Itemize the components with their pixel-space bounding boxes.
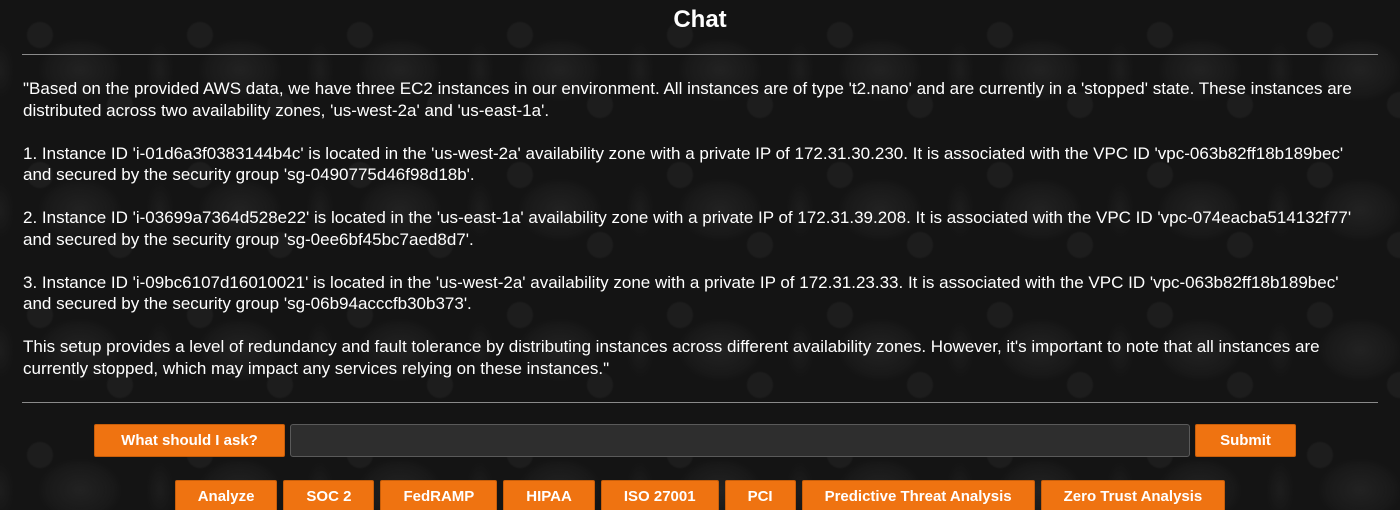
pci-button[interactable]: PCI [724, 480, 796, 510]
zero-trust-analysis-button[interactable]: Zero Trust Analysis [1040, 480, 1226, 510]
analyze-button[interactable]: Analyze [174, 480, 278, 510]
what-should-i-ask-button[interactable]: What should I ask? [94, 424, 285, 457]
hipaa-button[interactable]: HIPAA [503, 480, 595, 510]
response-paragraph-instance-3: 3. Instance ID 'i-09bc6107d16010021' is … [23, 272, 1339, 314]
response-paragraph-summary: This setup provides a level of redundanc… [23, 337, 1320, 378]
header-divider [22, 54, 1378, 55]
quick-action-bar: Analyze SOC 2 FedRAMP HIPAA ISO 27001 PC… [0, 480, 1400, 510]
response-paragraph-instance-1: 1. Instance ID 'i-01d6a3f0383144b4c' is … [23, 143, 1344, 185]
iso27001-button[interactable]: ISO 27001 [600, 480, 719, 510]
soc2-button[interactable]: SOC 2 [283, 480, 375, 510]
page-title: Chat [673, 6, 727, 33]
chat-input[interactable] [290, 424, 1190, 457]
predictive-threat-analysis-button[interactable]: Predictive Threat Analysis [801, 480, 1035, 510]
response-paragraph-intro: "Based on the provided AWS data, we have… [23, 79, 1352, 120]
input-divider [22, 402, 1378, 403]
chat-response: "Based on the provided AWS data, we have… [23, 78, 1368, 379]
fedramp-button[interactable]: FedRAMP [380, 480, 498, 510]
submit-button[interactable]: Submit [1195, 424, 1296, 457]
response-paragraph-instance-2: 2. Instance ID 'i-03699a7364d528e22' is … [23, 208, 1352, 249]
